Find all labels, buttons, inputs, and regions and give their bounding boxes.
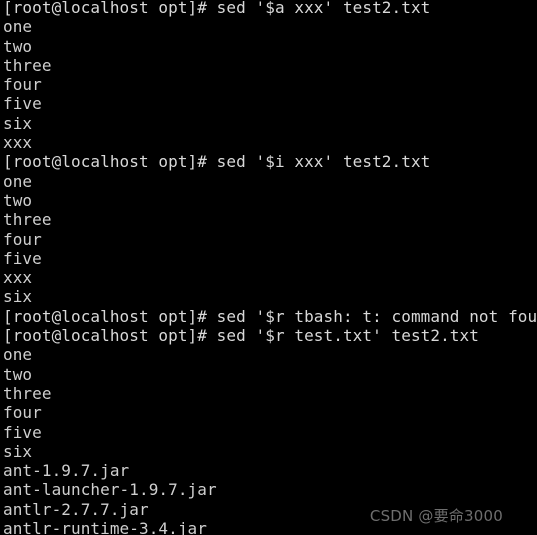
- terminal-output-line: five: [3, 248, 42, 268]
- terminal-output-line: one: [3, 171, 33, 191]
- terminal-output-line: three: [3, 55, 52, 75]
- terminal-output-line: one: [3, 345, 33, 365]
- terminal-output-line: one: [3, 17, 33, 37]
- terminal-output-line: two: [3, 190, 33, 210]
- terminal-output-line: four: [3, 75, 42, 95]
- terminal-output-line: ant-launcher-1.9.7.jar: [3, 480, 217, 500]
- terminal-output-line: xxx: [3, 268, 33, 288]
- terminal-screen[interactable]: [root@localhost opt]# sed '$a xxx' test2…: [3, 0, 537, 535]
- terminal-error-line: [root@localhost opt]# sed '$r tbash: t: …: [3, 306, 537, 326]
- terminal-output-line: ant-1.9.7.jar: [3, 461, 130, 481]
- terminal-command-line: [root@localhost opt]# sed '$i xxx' test2…: [3, 152, 431, 172]
- terminal-output-line: three: [3, 383, 52, 403]
- terminal-output-line: xxx: [3, 133, 33, 153]
- terminal-output-line: six: [3, 113, 33, 133]
- terminal-window[interactable]: [root@localhost opt]# sed '$a xxx' test2…: [0, 0, 537, 535]
- terminal-output-line: four: [3, 229, 42, 249]
- terminal-output-line: six: [3, 441, 33, 461]
- terminal-command-line: [root@localhost opt]# sed '$a xxx' test2…: [3, 0, 431, 17]
- terminal-output-line: five: [3, 422, 42, 442]
- watermark-label: CSDN @要命3000: [369, 507, 503, 525]
- terminal-output-line: two: [3, 36, 33, 56]
- terminal-output-line: four: [3, 403, 42, 423]
- terminal-output-line: two: [3, 364, 33, 384]
- terminal-output-line: five: [3, 94, 42, 114]
- terminal-command-line: [root@localhost opt]# sed '$r test.txt' …: [3, 326, 479, 346]
- terminal-output-line: three: [3, 210, 52, 230]
- terminal-output-line: six: [3, 287, 33, 307]
